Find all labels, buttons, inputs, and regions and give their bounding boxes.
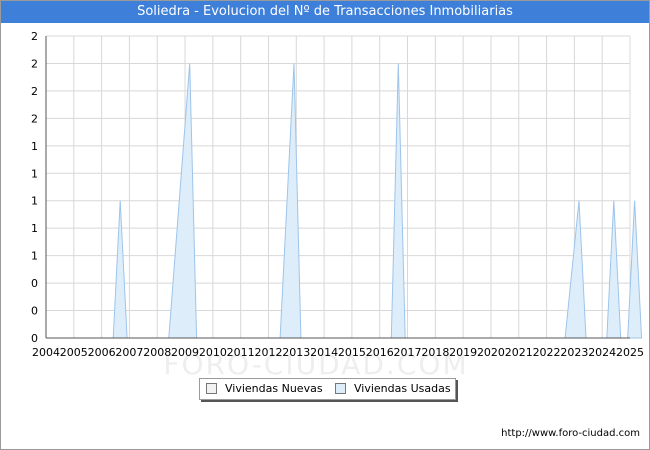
y-tick-label: 2 xyxy=(31,57,38,70)
y-tick-label: 0 xyxy=(31,332,38,345)
y-tick-label: 2 xyxy=(31,112,38,125)
x-tick-label: 2023 xyxy=(560,346,588,359)
legend-item-nuevas: Viviendas Nuevas xyxy=(206,382,323,395)
y-tick-labels: 0 0 0 1 1 1 1 1 2 2 2 2 xyxy=(31,30,38,345)
y-tick-label: 1 xyxy=(31,222,38,235)
legend-item-usadas: Viviendas Usadas xyxy=(335,382,451,395)
x-tick-label: 2024 xyxy=(588,346,616,359)
x-tick-label: 2007 xyxy=(115,346,143,359)
x-tick-label: 2020 xyxy=(477,346,505,359)
y-tick-label: 2 xyxy=(31,85,38,98)
x-tick-label: 2010 xyxy=(199,346,227,359)
x-tick-label: 2009 xyxy=(171,346,199,359)
y-tick-label: 0 xyxy=(31,277,38,290)
y-tick-label: 1 xyxy=(31,167,38,180)
x-tick-labels: 2004 2005 2006 2007 2008 2009 2010 2011 2012 2013… xyxy=(32,346,644,359)
legend-label-usadas: Viviendas Usadas xyxy=(354,382,451,395)
x-tick-label: 2016 xyxy=(366,346,394,359)
source-credit: http://www.foro-ciudad.com xyxy=(501,428,640,439)
chart-frame: Soliedra - Evolucion del Nº de Transacci… xyxy=(0,0,650,450)
y-tick-label: 2 xyxy=(31,30,38,43)
y-tick-label: 1 xyxy=(31,195,38,208)
x-tick-label: 2017 xyxy=(394,346,422,359)
x-tick-label: 2012 xyxy=(254,346,282,359)
y-tick-label: 1 xyxy=(31,140,38,153)
x-tick-label: 2011 xyxy=(227,346,255,359)
x-tick-label: 2005 xyxy=(60,346,88,359)
legend: Viviendas Nuevas Viviendas Usadas xyxy=(199,378,456,400)
legend-swatch-usadas xyxy=(335,383,346,394)
y-tick-label: 0 xyxy=(31,305,38,318)
x-tick-label: 2004 xyxy=(32,346,60,359)
legend-label-nuevas: Viviendas Nuevas xyxy=(225,382,323,395)
x-tick-label: 2006 xyxy=(88,346,116,359)
x-tick-label: 2008 xyxy=(143,346,171,359)
x-tick-label: 2013 xyxy=(282,346,310,359)
x-tick-label: 2015 xyxy=(338,346,366,359)
x-tick-label: 2021 xyxy=(505,346,533,359)
x-tick-label: 2014 xyxy=(310,346,338,359)
plot-area xyxy=(46,36,630,338)
x-tick-label: 2018 xyxy=(421,346,449,359)
x-tick-label: 2025 xyxy=(616,346,644,359)
y-tick-label: 1 xyxy=(31,250,38,263)
x-tick-label: 2019 xyxy=(449,346,477,359)
legend-swatch-nuevas xyxy=(206,383,217,394)
x-tick-label: 2022 xyxy=(533,346,561,359)
